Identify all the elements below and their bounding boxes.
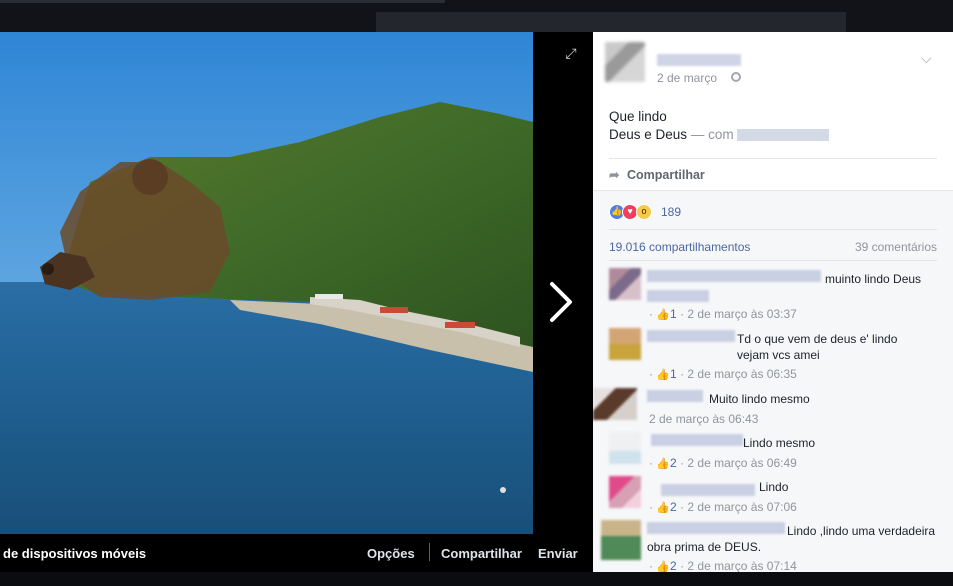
post-text-line1: Que lindo [609, 109, 667, 124]
commenter-name[interactable] [651, 434, 743, 446]
fullscreen-icon[interactable]: ⤢ [563, 45, 579, 61]
commenter-avatar[interactable] [609, 328, 641, 360]
comment-item: Lindo mesmo · 👍2 · 2 de março às 06:49 [609, 432, 939, 472]
comment-item: Lindo · 👍2 · 2 de março às 07:06 [609, 476, 939, 516]
top-strip-line [0, 0, 445, 3]
comment-time[interactable]: 2 de março às 07:06 [687, 500, 796, 514]
comment-text: Td o que vem de deus e' lindo vejam vcs … [737, 332, 898, 362]
commenter-name[interactable] [661, 484, 755, 496]
divider [609, 158, 937, 159]
options-button[interactable]: Opções [367, 546, 415, 561]
author-avatar[interactable] [605, 42, 645, 82]
comment-meta: · 👍1 · 2 de março às 06:35 [649, 367, 797, 381]
like-count: 1 [670, 367, 677, 381]
comment-text: Lindo ,lindo uma verdadeira obra prima d… [647, 524, 936, 554]
commenter-name[interactable] [647, 290, 709, 302]
comment-meta: · 👍2 · 2 de março às 07:06 [649, 500, 797, 514]
comment-meta: · 👍2 · 2 de março às 06:49 [649, 456, 797, 470]
comment-time[interactable]: 2 de março às 06:43 [649, 412, 758, 426]
comment-likes[interactable]: 👍2 [656, 559, 676, 572]
tagged-prefix: — com [690, 127, 734, 142]
comment-item: Lindo ,lindo uma verdadeira obra prima d… [601, 520, 939, 572]
author-name[interactable] [657, 54, 741, 66]
post-date[interactable]: 2 de março [657, 71, 717, 85]
like-count: 2 [670, 456, 677, 470]
commenter-name[interactable] [647, 270, 821, 282]
comment-text: Lindo mesmo [743, 436, 816, 450]
commenter-avatar[interactable] [609, 432, 641, 464]
comment-text: muinto lindo Deus [825, 272, 922, 286]
separator [429, 543, 430, 561]
top-strip-backdrop [376, 12, 846, 32]
photo [0, 32, 533, 534]
next-arrow-icon[interactable] [540, 272, 580, 332]
post-text-line2: Deus e Deus [609, 127, 688, 142]
share-button[interactable]: Compartilhar [441, 546, 522, 561]
post-panel: 2 de março ⌵ Que lindo Deus e Deus — com… [593, 32, 953, 572]
comment-item: muinto lindo Deus · 👍1 · 2 de março às 0… [609, 268, 939, 321]
comment-meta: · 👍1 · 2 de março às 03:37 [649, 307, 797, 321]
comment-likes[interactable]: 👍2 [656, 500, 676, 514]
top-strip [0, 0, 953, 32]
comment-text: Muito lindo mesmo [709, 392, 810, 406]
like-thumb-icon: 👍 [656, 458, 671, 470]
shares-count[interactable]: 19.016 compartilhamentos [609, 240, 750, 254]
like-count: 1 [670, 307, 677, 321]
comment-time[interactable]: 2 de março às 06:35 [687, 367, 796, 381]
commenter-avatar[interactable] [593, 388, 637, 420]
share-action[interactable]: ➦ Compartilhar [609, 167, 705, 182]
comments-count[interactable]: 39 comentários [855, 240, 937, 254]
divider [609, 229, 937, 230]
post-text: Que lindo Deus e Deus — com [609, 108, 829, 144]
comment-time[interactable]: 2 de março às 07:14 [687, 559, 796, 572]
comment-time[interactable]: 2 de março às 06:49 [687, 456, 796, 470]
comment-time[interactable]: 2 de março às 03:37 [687, 307, 796, 321]
commenter-name[interactable] [647, 330, 735, 342]
post-header: 2 de março ⌵ [593, 32, 953, 102]
comment-likes[interactable]: 👍1 [656, 367, 676, 381]
globe-icon [731, 72, 741, 82]
comment-likes[interactable]: 👍1 [656, 307, 676, 321]
like-thumb-icon: 👍 [656, 369, 671, 381]
comment-item: Muito lindo mesmo 2 de março às 06:43 [593, 388, 939, 428]
reaction-count[interactable]: 189 [661, 205, 681, 219]
share-action-label: Compartilhar [627, 168, 705, 182]
comment-meta: · 👍2 · 2 de março às 07:14 [649, 559, 797, 572]
like-thumb-icon: 👍 [656, 561, 671, 572]
like-count: 2 [670, 500, 677, 514]
comment-likes[interactable]: 👍2 [656, 456, 676, 470]
commenter-avatar[interactable] [609, 268, 641, 300]
viewer-bottom-bar: de dispositivos móveis Opções Compartilh… [0, 534, 593, 572]
chevron-down-icon[interactable]: ⌵ [921, 50, 932, 67]
commenter-avatar[interactable] [609, 476, 641, 508]
tagged-person[interactable] [736, 129, 829, 142]
viewer-caption: de dispositivos móveis [3, 546, 147, 561]
wow-reaction-icon: o [636, 204, 652, 220]
comment-meta: 2 de março às 06:43 [649, 412, 758, 426]
comment-item: Td o que vem de deus e' lindo vejam vcs … [609, 328, 939, 384]
post-stats: 19.016 compartilhamentos 39 comentários [609, 240, 937, 254]
like-thumb-icon: 👍 [656, 309, 671, 321]
divider [609, 260, 937, 261]
commenter-avatar[interactable] [601, 520, 641, 560]
share-arrow-icon: ➦ [609, 168, 620, 182]
like-count: 2 [670, 559, 677, 572]
like-thumb-icon: 👍 [656, 502, 671, 514]
comment-text: Lindo [759, 480, 789, 494]
send-button[interactable]: Enviar [538, 546, 578, 561]
photo-viewer: ⤢ de dispositivos móveis Opções Comparti… [0, 32, 593, 572]
commenter-name[interactable] [647, 390, 703, 402]
